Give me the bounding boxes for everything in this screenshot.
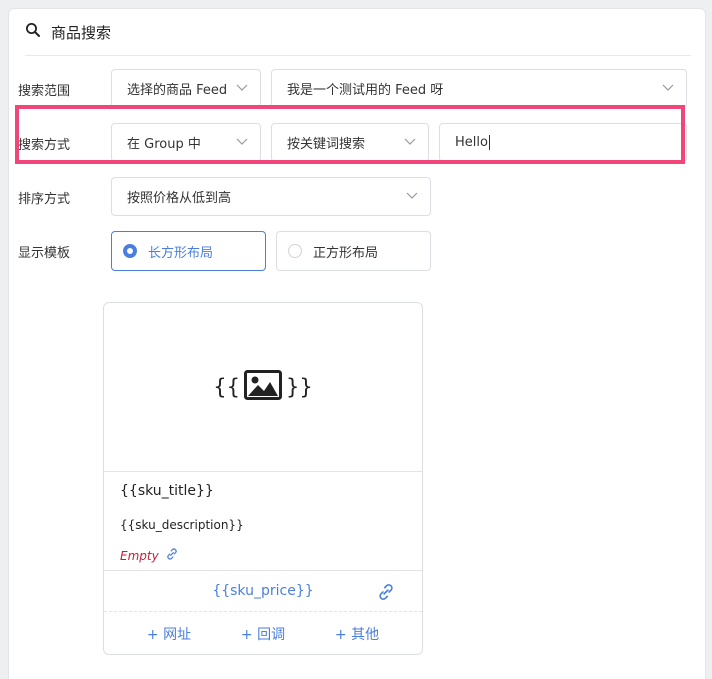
- radio-label: 长方形布局: [148, 245, 214, 261]
- chevron-down-icon: [236, 84, 248, 91]
- price-row: {{sku_price}}: [104, 570, 422, 612]
- panel-title: 商品搜索: [51, 23, 112, 42]
- close-brace: }}: [286, 375, 313, 399]
- link-icon[interactable]: [165, 547, 179, 564]
- feed-value: 我是一个测试用的 Feed 呀: [287, 83, 444, 98]
- add-url-button[interactable]: + 网址: [147, 624, 191, 644]
- open-brace: {{: [213, 375, 240, 399]
- chevron-down-icon: [662, 84, 674, 91]
- sort-select[interactable]: 按照价格从低到高: [111, 177, 431, 216]
- radio-rectangle-layout[interactable]: 长方形布局: [111, 231, 266, 271]
- radio-square-layout[interactable]: 正方形布局: [276, 231, 431, 271]
- search-icon: [25, 22, 41, 42]
- feed-type-select[interactable]: 选择的商品 Feed: [111, 69, 261, 108]
- sort-label: 排序方式: [18, 192, 71, 207]
- card-actions: + 网址 + 回调 + 其他: [104, 612, 422, 654]
- radio-label: 正方形布局: [313, 245, 379, 261]
- scope-label: 搜索范围: [18, 84, 71, 99]
- template-label: 显示模板: [18, 246, 71, 261]
- radio-unselected-icon: [288, 244, 302, 258]
- feed-select[interactable]: 我是一个测试用的 Feed 呀: [271, 69, 687, 108]
- add-other-button[interactable]: + 其他: [335, 624, 379, 644]
- add-callback-button[interactable]: + 回调: [241, 624, 285, 644]
- link-icon[interactable]: [376, 582, 396, 606]
- empty-label: Empty: [120, 548, 159, 563]
- highlight-box: [15, 105, 685, 164]
- sort-value: 按照价格从低到高: [127, 191, 232, 206]
- radio-selected-icon: [123, 244, 137, 258]
- chevron-down-icon: [406, 192, 418, 199]
- sku-description: {{sku_description}}: [120, 518, 244, 532]
- product-card-preview: {{ }} {{sku_title}} {{sku_description}} …: [103, 302, 423, 655]
- image-icon: [244, 370, 282, 404]
- sku-title: {{sku_title}}: [120, 483, 214, 499]
- empty-link-row[interactable]: Empty: [120, 547, 179, 564]
- feed-type-value: 选择的商品 Feed: [127, 83, 228, 98]
- panel-header: 商品搜索: [25, 9, 691, 56]
- card-image-area: {{ }}: [104, 303, 422, 472]
- sku-price: {{sku_price}}: [212, 583, 314, 599]
